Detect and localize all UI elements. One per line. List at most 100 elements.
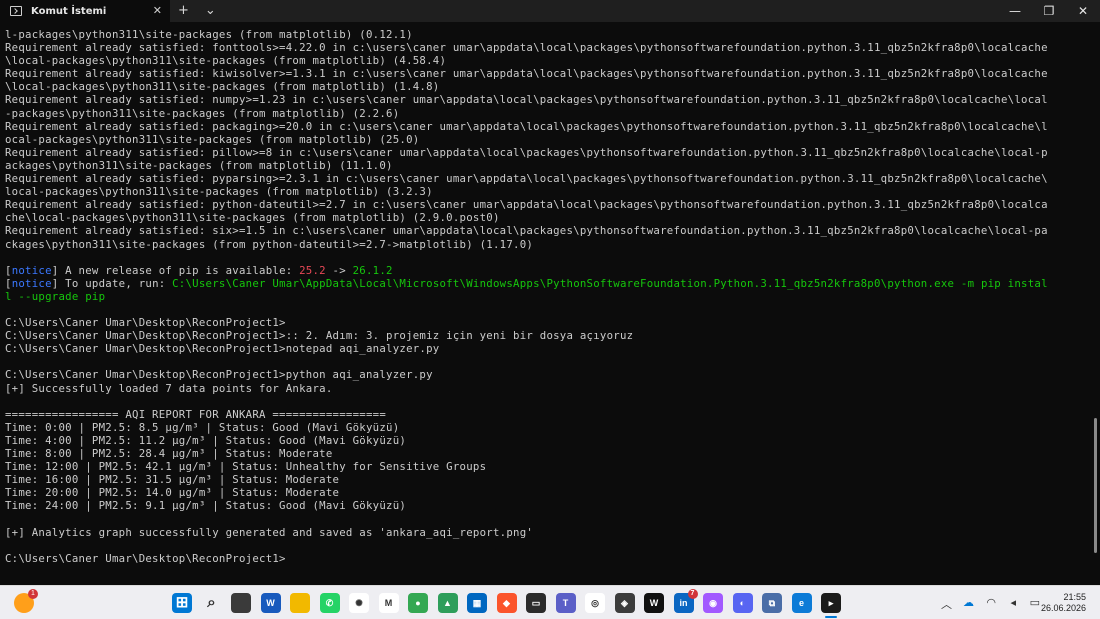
battery-icon[interactable]: ▭ xyxy=(1030,596,1040,609)
console-text: C:\Users\Caner Umar\Desktop\ReconProject… xyxy=(5,342,440,356)
app-glyph: M xyxy=(384,598,393,608)
discord-icon[interactable]: ◐ xyxy=(732,593,753,613)
app-glyph: ▦ xyxy=(472,598,482,608)
copilot-icon[interactable]: ◎ xyxy=(585,593,605,613)
console-line: l --upgrade pip xyxy=(5,290,1083,303)
whatsapp-icon[interactable]: ✆ xyxy=(319,593,340,613)
console-line: Requirement already satisfied: pillow>=8… xyxy=(5,146,1083,159)
console-text: [ xyxy=(5,276,12,290)
taskbar: 1 ⊞ ⌕ W ✆ ✺ M ● ▲ ▦ ◆ ▭ T ◎ ◈ Win 7 ◉ ◐ ⧉ e ▸ ︿ ☁ ◠ ◂ ▭ 21:5… xyxy=(0,585,1100,619)
console-line: Time: 20:00 | PM2.5: 14.0 µg/m³ | Status… xyxy=(5,486,1083,499)
app-glyph: ✆ xyxy=(325,598,334,608)
gmail-icon[interactable]: M xyxy=(378,593,399,613)
brave-icon[interactable]: ◆ xyxy=(496,593,517,613)
title-bar: Komut İstemi ✕ + ⌄ — ❐ ✕ xyxy=(0,0,1100,22)
app-glyph: ◎ xyxy=(591,598,599,608)
console-text: -> xyxy=(325,263,353,277)
chatgpt-icon[interactable]: ✺ xyxy=(349,593,369,613)
app-glyph: ▭ xyxy=(531,598,541,608)
console-text: Requirement already satisfied: pillow>=8… xyxy=(5,145,1048,159)
clock[interactable]: 21:55 26.06.2026 xyxy=(1041,592,1086,614)
console-line: l-packages\python311\site-packages (from… xyxy=(5,28,1083,41)
app-glyph: in xyxy=(679,598,688,608)
console-line: -packages\python311\site-packages (from … xyxy=(5,107,1083,120)
console-text: Time: 12:00 | PM2.5: 42.1 µg/m³ | Status… xyxy=(5,460,487,474)
wifi-icon[interactable]: ◠ xyxy=(986,596,996,609)
console-text: Requirement already satisfied: kiwisolve… xyxy=(5,67,1048,81)
task-view-icon[interactable] xyxy=(231,593,251,613)
tab-dropdown-icon[interactable]: ⌄ xyxy=(197,0,224,22)
chrome-icon[interactable]: ● xyxy=(408,593,428,613)
weather-widget-icon[interactable]: 1 xyxy=(14,589,38,613)
app-glyph: ● xyxy=(415,598,421,608)
console-line: Time: 4:00 | PM2.5: 11.2 µg/m³ | Status:… xyxy=(5,434,1083,447)
word-icon[interactable]: W xyxy=(260,593,281,613)
terminal-app-icon[interactable]: ▭ xyxy=(526,593,546,613)
scrollbar[interactable] xyxy=(1094,418,1097,553)
active-indicator xyxy=(825,616,837,618)
console-text: ocal-packages\python311\site-packages (f… xyxy=(5,132,420,146)
console-line: \local-packages\python311\site-packages … xyxy=(5,54,1083,67)
console-text: C:\Users\Caner Umar\Desktop\ReconProject… xyxy=(5,329,634,343)
console-text: 26.1.2 xyxy=(352,263,393,277)
search-icon[interactable]: ⌕ xyxy=(202,593,222,613)
command-prompt-icon[interactable]: ▸ xyxy=(821,593,841,618)
tab-command-prompt[interactable]: Komut İstemi ✕ xyxy=(0,0,170,22)
console-text: 25.2 xyxy=(299,263,326,277)
console-line: ================= AQI REPORT FOR ANKARA … xyxy=(5,408,1083,421)
app-glyph: ⧉ xyxy=(768,598,776,608)
close-button[interactable]: ✕ xyxy=(1066,0,1100,22)
teams-icon[interactable]: T xyxy=(555,593,576,613)
console-line: Requirement already satisfied: six>=1.5 … xyxy=(5,224,1083,237)
figma-icon[interactable]: ◉ xyxy=(703,593,723,613)
minimize-button[interactable]: — xyxy=(998,0,1032,22)
maximize-button[interactable]: ❐ xyxy=(1032,0,1066,22)
volume-icon[interactable]: ◂ xyxy=(1010,596,1016,609)
console-text: Requirement already satisfied: python-da… xyxy=(5,198,1048,212)
github-icon[interactable]: ◈ xyxy=(614,593,635,613)
console-line: local-packages\python311\site-packages (… xyxy=(5,185,1083,198)
microsoft-store-icon[interactable]: ▦ xyxy=(467,593,487,613)
console-text: [ xyxy=(5,263,12,277)
console-line: Time: 12:00 | PM2.5: 42.1 µg/m³ | Status… xyxy=(5,460,1083,473)
file-explorer-icon[interactable] xyxy=(290,593,310,613)
photos-icon[interactable]: ▲ xyxy=(437,593,458,613)
clock-time: 21:55 xyxy=(1063,592,1086,602)
console-line: Requirement already satisfied: numpy>=1.… xyxy=(5,93,1083,106)
console-text: [+] Successfully loaded 7 data points fo… xyxy=(5,381,333,395)
console-line: ckages\python311\site-packages (from pyt… xyxy=(5,238,1083,251)
console-text: Requirement already satisfied: six>=1.5 … xyxy=(5,224,1048,238)
app-glyph: ◉ xyxy=(709,598,717,608)
onedrive-icon[interactable]: ☁ xyxy=(963,596,974,609)
terminal-icon xyxy=(10,6,22,16)
start-menu-icon[interactable]: ⊞ xyxy=(172,593,192,613)
edge-icon[interactable]: e xyxy=(791,593,812,613)
console-text: C:\Users\Caner Umar\Desktop\ReconProject… xyxy=(5,368,433,382)
console-line: Time: 0:00 | PM2.5: 8.5 µg/m³ | Status: … xyxy=(5,421,1083,434)
console-text: [+] Analytics graph successfully generat… xyxy=(5,525,534,539)
console-text: local-packages\python311\site-packages (… xyxy=(5,185,433,199)
chevron-up-icon[interactable]: ︿ xyxy=(941,596,952,612)
console-text: ] To update, run: xyxy=(51,276,173,290)
console-line: ocal-packages\python311\site-packages (f… xyxy=(5,133,1083,146)
wikipedia-icon[interactable]: W xyxy=(644,593,664,613)
network-app-icon[interactable]: ⧉ xyxy=(762,593,782,613)
tab-close-icon[interactable]: ✕ xyxy=(153,4,162,17)
linkedin-icon[interactable]: in 7 xyxy=(673,589,698,613)
console-text: ckages\python311\site-packages (from pyt… xyxy=(5,237,534,251)
console-text: C:\Users\Caner Umar\Desktop\ReconProject… xyxy=(5,551,286,565)
app-glyph: ◈ xyxy=(621,598,628,608)
console-text: che\local-packages\python311\site-packag… xyxy=(5,211,500,225)
console-output[interactable]: l-packages\python311\site-packages (from… xyxy=(5,28,1083,565)
console-line: Time: 24:00 | PM2.5: 9.1 µg/m³ | Status:… xyxy=(5,499,1083,512)
app-glyph: T xyxy=(562,598,569,608)
console-text: Time: 4:00 | PM2.5: 11.2 µg/m³ | Status:… xyxy=(5,433,407,447)
console-text: Time: 16:00 | PM2.5: 31.5 µg/m³ | Status… xyxy=(5,473,340,487)
console-line: \local-packages\python311\site-packages … xyxy=(5,80,1083,93)
new-tab-button[interactable]: + xyxy=(170,0,197,22)
console-line: [+] Analytics graph successfully generat… xyxy=(5,526,1083,539)
console-line: ackages\python311\site-packages (from ma… xyxy=(5,159,1083,172)
